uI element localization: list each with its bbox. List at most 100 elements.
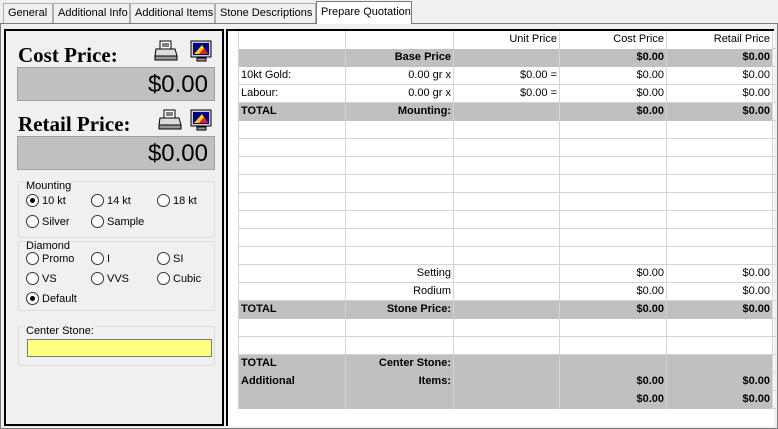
table-cell[interactable]: $0.00 xyxy=(560,265,667,283)
table-cell[interactable] xyxy=(454,157,560,175)
table-cell[interactable]: 10kt Gold: xyxy=(239,67,346,85)
table-cell[interactable]: Labour: xyxy=(239,85,346,103)
table-cell[interactable]: TOTAL xyxy=(239,301,346,319)
table-cell[interactable] xyxy=(667,355,773,373)
tab-general[interactable]: General xyxy=(3,3,53,24)
row-indicator[interactable] xyxy=(228,373,239,391)
tab-additional-items[interactable]: Additional Items xyxy=(130,3,215,24)
table-cell[interactable]: $0.00 = xyxy=(454,85,560,103)
table-cell[interactable]: Setting xyxy=(346,265,454,283)
table-cell[interactable] xyxy=(454,337,560,355)
table-cell[interactable] xyxy=(239,157,346,175)
row-indicator[interactable] xyxy=(228,229,239,247)
table-cell[interactable] xyxy=(346,391,454,409)
table-cell[interactable] xyxy=(346,211,454,229)
table-cell[interactable] xyxy=(667,121,773,139)
table-cell[interactable] xyxy=(454,211,560,229)
table-cell[interactable]: $0.00 xyxy=(560,67,667,85)
mounting-radio-sample[interactable]: Sample xyxy=(91,215,144,228)
table-cell[interactable] xyxy=(454,247,560,265)
table-cell[interactable] xyxy=(560,193,667,211)
table-cell[interactable]: $0.00 xyxy=(560,373,667,391)
row-indicator[interactable] xyxy=(228,247,239,265)
table-cell[interactable]: $0.00 xyxy=(560,391,667,409)
row-indicator[interactable] xyxy=(228,139,239,157)
table-cell[interactable]: Stone Price: xyxy=(346,301,454,319)
table-cell[interactable]: $0.00 xyxy=(560,283,667,301)
table-cell[interactable] xyxy=(346,337,454,355)
row-indicator[interactable] xyxy=(228,355,239,373)
table-cell[interactable]: $0.00 xyxy=(667,265,773,283)
tab-stone-descriptions[interactable]: Stone Descriptions xyxy=(215,3,316,24)
diamond-radio-si[interactable]: SI xyxy=(157,252,183,265)
table-cell[interactable] xyxy=(239,175,346,193)
table-cell[interactable] xyxy=(454,283,560,301)
table-cell[interactable]: 0.00 gr x xyxy=(346,67,454,85)
table-cell[interactable]: $0.00 xyxy=(560,301,667,319)
table-cell[interactable] xyxy=(239,337,346,355)
table-cell[interactable] xyxy=(667,139,773,157)
tab-prepare-quotation[interactable]: Prepare Quotation xyxy=(316,1,412,24)
tab-additional-info[interactable]: Additional Info xyxy=(53,3,130,24)
table-cell[interactable] xyxy=(346,139,454,157)
row-indicator[interactable] xyxy=(228,283,239,301)
table-cell[interactable] xyxy=(454,121,560,139)
row-indicator[interactable] xyxy=(228,193,239,211)
table-cell[interactable] xyxy=(346,157,454,175)
table-cell[interactable]: $0.00 xyxy=(667,283,773,301)
center-stone-input[interactable] xyxy=(27,339,212,357)
table-cell[interactable]: $0.00 xyxy=(560,103,667,121)
diamond-radio-vs[interactable]: VS xyxy=(26,272,57,285)
table-cell[interactable] xyxy=(560,121,667,139)
table-cell[interactable] xyxy=(239,229,346,247)
table-cell[interactable] xyxy=(454,49,560,67)
table-cell[interactable] xyxy=(239,211,346,229)
table-cell[interactable]: $0.00 xyxy=(667,301,773,319)
table-cell[interactable]: $0.00 = xyxy=(454,67,560,85)
row-indicator[interactable] xyxy=(228,211,239,229)
table-cell[interactable] xyxy=(346,193,454,211)
table-cell[interactable] xyxy=(667,319,773,337)
mounting-radio-silver[interactable]: Silver xyxy=(26,215,70,228)
table-cell[interactable] xyxy=(560,355,667,373)
row-indicator[interactable] xyxy=(228,49,239,67)
table-cell[interactable] xyxy=(346,319,454,337)
table-cell[interactable] xyxy=(239,121,346,139)
table-cell[interactable] xyxy=(667,229,773,247)
table-cell[interactable] xyxy=(239,391,346,409)
row-indicator[interactable] xyxy=(228,67,239,85)
table-cell[interactable] xyxy=(454,229,560,247)
table-cell[interactable] xyxy=(454,175,560,193)
table-cell[interactable]: $0.00 xyxy=(560,85,667,103)
row-indicator[interactable] xyxy=(228,85,239,103)
table-cell[interactable] xyxy=(560,247,667,265)
diamond-radio-i[interactable]: I xyxy=(91,252,110,265)
table-cell[interactable] xyxy=(239,265,346,283)
mounting-radio-18kt[interactable]: 18 kt xyxy=(157,194,197,207)
table-cell[interactable]: Base Price xyxy=(346,49,454,67)
row-indicator[interactable] xyxy=(228,337,239,355)
table-cell[interactable] xyxy=(560,229,667,247)
diamond-radio-default[interactable]: Default xyxy=(26,292,77,305)
table-cell[interactable] xyxy=(239,247,346,265)
table-cell[interactable] xyxy=(667,247,773,265)
row-indicator[interactable] xyxy=(228,121,239,139)
monitor-icon[interactable] xyxy=(190,108,214,132)
table-cell[interactable] xyxy=(239,139,346,157)
table-cell[interactable] xyxy=(454,193,560,211)
row-indicator[interactable] xyxy=(228,265,239,283)
table-cell[interactable]: TOTAL xyxy=(239,103,346,121)
table-cell[interactable] xyxy=(346,229,454,247)
table-cell[interactable] xyxy=(239,193,346,211)
table-cell[interactable] xyxy=(560,139,667,157)
table-cell[interactable] xyxy=(454,355,560,373)
table-cell[interactable] xyxy=(454,373,560,391)
table-cell[interactable]: Mounting: xyxy=(346,103,454,121)
table-cell[interactable] xyxy=(560,175,667,193)
diamond-radio-promo[interactable]: Promo xyxy=(26,252,74,265)
table-cell[interactable] xyxy=(239,319,346,337)
row-indicator[interactable] xyxy=(228,391,239,409)
table-cell[interactable]: 0.00 gr x xyxy=(346,85,454,103)
table-cell[interactable]: $0.00 xyxy=(667,103,773,121)
table-cell[interactable]: $0.00 xyxy=(667,373,773,391)
